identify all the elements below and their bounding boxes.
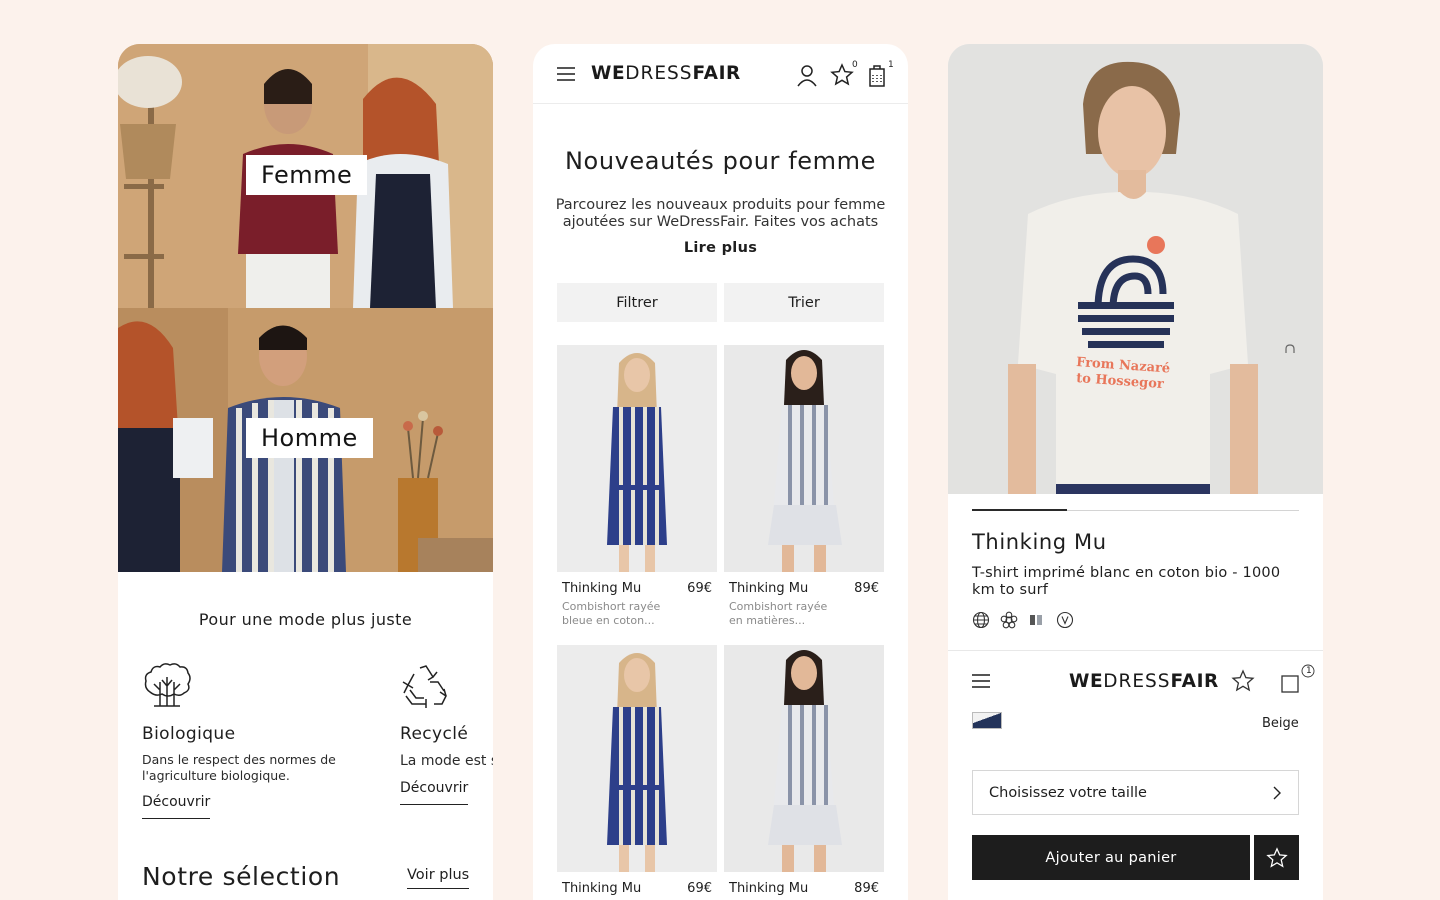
wishlist-icon[interactable]: [1231, 669, 1255, 693]
product-brand: Thinking Mu: [562, 881, 642, 896]
home-screen: Femme Homme Pour une mode plus juste Bio…: [118, 44, 493, 900]
product-photo: From Nazaré to Hossegor: [948, 44, 1323, 494]
feature-recycled: Recyclé La mode est sélection. Découvrir: [400, 662, 493, 805]
product-description: Combishort rayée en matières...: [729, 600, 828, 627]
product-gallery[interactable]: From Nazaré to Hossegor: [948, 44, 1323, 494]
organic-tree-icon: [144, 663, 191, 707]
sort-button[interactable]: Trier: [724, 283, 884, 322]
product-card[interactable]: Thinking Mu 69€: [557, 645, 717, 896]
product-image[interactable]: [557, 645, 717, 872]
hero-men[interactable]: Homme: [118, 308, 493, 572]
color-swatch[interactable]: [972, 712, 1002, 729]
feature-description: La mode est sélection.: [400, 753, 493, 769]
see-more-link[interactable]: Voir plus: [407, 867, 470, 889]
menu-icon[interactable]: [972, 674, 990, 688]
star-icon: [1265, 846, 1288, 868]
product-image[interactable]: [724, 645, 884, 872]
product-image[interactable]: [724, 345, 884, 572]
sticky-header: WEDRESSFAIR 1: [948, 651, 1323, 711]
chevron-right-icon: [1273, 786, 1281, 799]
color-swatch-icon[interactable]: [1028, 611, 1046, 629]
product-brand[interactable]: Thinking Mu: [972, 530, 1107, 554]
hero-women[interactable]: Femme: [118, 44, 493, 308]
vegan-icon[interactable]: [1056, 611, 1074, 629]
size-select[interactable]: Choisissez votre taille: [972, 770, 1299, 815]
loading-icon: [1285, 344, 1295, 353]
color-name: Beige: [1262, 716, 1299, 731]
page-title: Nouveautés pour femme: [564, 147, 876, 175]
product-brand: Thinking Mu: [729, 581, 809, 596]
hero-men-label[interactable]: Homme: [246, 418, 373, 458]
discover-link[interactable]: Découvrir: [400, 780, 469, 805]
product-card[interactable]: Thinking Mu 89€: [724, 645, 884, 896]
wishlist-icon[interactable]: [830, 63, 854, 87]
filter-button[interactable]: Filtrer: [557, 283, 717, 322]
wishlist-count: 0: [852, 60, 858, 70]
recycle-icon: [402, 665, 447, 708]
hero-women-label[interactable]: Femme: [246, 155, 368, 195]
product-image[interactable]: [557, 345, 717, 572]
product-price: 89€: [854, 581, 879, 596]
menu-icon[interactable]: [557, 67, 575, 81]
add-to-wishlist-button[interactable]: [1254, 835, 1299, 880]
product-screen: From Nazaré to Hossegor Thinking Mu T-sh…: [948, 44, 1323, 900]
product-price: 89€: [854, 881, 879, 896]
selection-title: Notre sélection: [142, 862, 341, 891]
cotton-icon[interactable]: [1000, 611, 1018, 629]
add-to-cart-button[interactable]: Ajouter au panier: [972, 835, 1250, 880]
cart-count: 1: [1306, 666, 1312, 676]
product-brand: Thinking Mu: [562, 581, 642, 596]
logo[interactable]: WEDRESSFAIR: [1069, 671, 1219, 692]
feature-description: Dans le respect des normes de l'agricult…: [142, 752, 336, 783]
logo-we: WE: [1069, 671, 1104, 692]
product-badges: [972, 611, 1074, 629]
logo-fair: FAIR: [1170, 671, 1219, 692]
cart-icon[interactable]: [1279, 671, 1303, 695]
discover-link[interactable]: Découvrir: [142, 794, 211, 819]
cart-count: 1: [888, 60, 894, 70]
account-icon[interactable]: [795, 63, 819, 87]
product-brand: Thinking Mu: [729, 881, 809, 896]
product-description: Combishort rayée bleue en coton...: [562, 600, 661, 627]
logo-fair: FAIR: [692, 63, 741, 84]
product-price: 69€: [687, 881, 712, 896]
product-description: T-shirt imprimé blanc en coton bio - 100…: [972, 565, 1281, 598]
product-card[interactable]: Thinking Mu 69€ Combishort rayée bleue e…: [557, 345, 717, 628]
product-card[interactable]: Thinking Mu 89€ Combishort rayée en mati…: [724, 345, 884, 628]
product-price: 69€: [687, 581, 712, 596]
feature-title: Biologique: [142, 724, 236, 744]
read-more-link[interactable]: Lire plus: [533, 240, 908, 256]
size-select-label: Choisissez votre taille: [989, 784, 1147, 801]
header: WEDRESSFAIR 0 1: [533, 44, 908, 104]
logo-dress: DRESS: [625, 63, 693, 84]
logo-we: WE: [591, 63, 626, 84]
logo-dress: DRESS: [1103, 671, 1171, 692]
globe-icon[interactable]: [972, 611, 990, 629]
category-description: Parcourez les nouveaux produits pour fem…: [555, 197, 886, 230]
gallery-progress-indicator: [972, 509, 1067, 511]
feature-organic: Biologique Dans le respect des normes de…: [142, 662, 362, 819]
cart-icon[interactable]: [865, 63, 889, 87]
category-screen: WEDRESSFAIR 0 1 Nouveautés pour femme Pa…: [533, 44, 908, 900]
logo[interactable]: WEDRESSFAIR: [591, 63, 741, 84]
feature-title: Recyclé: [400, 724, 469, 744]
tagline: Pour une mode plus juste: [198, 610, 413, 629]
